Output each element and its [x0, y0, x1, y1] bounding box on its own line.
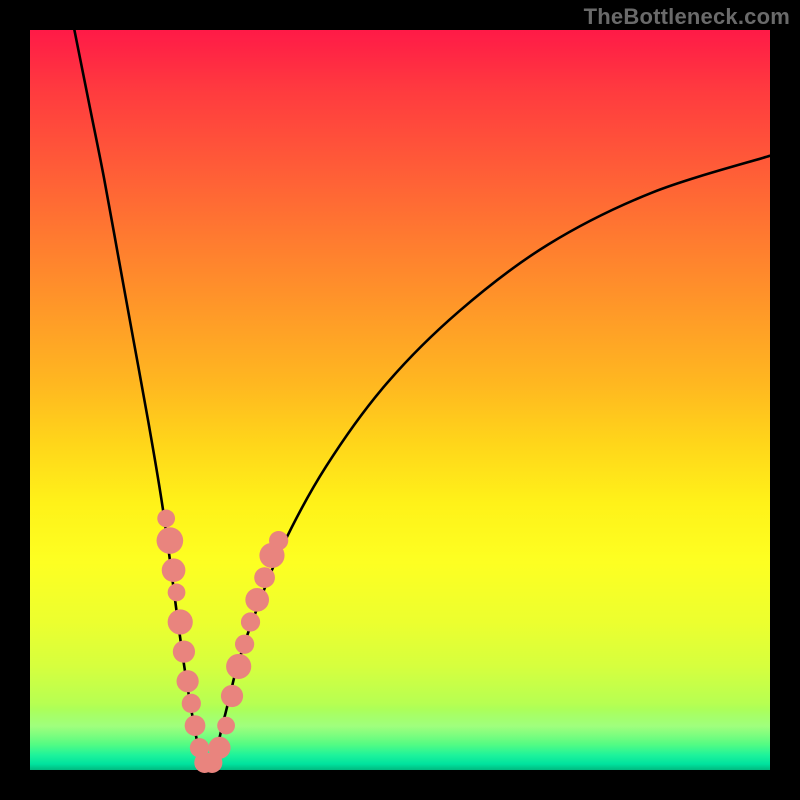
curve-marker	[221, 685, 243, 707]
curve-marker	[208, 737, 230, 759]
curve-marker	[241, 612, 260, 631]
curve-marker	[269, 531, 288, 550]
curve-marker	[254, 567, 275, 588]
curve-marker	[245, 588, 269, 612]
curve-marker	[177, 670, 199, 692]
outer-frame: TheBottleneck.com	[0, 0, 800, 800]
curve-marker	[157, 510, 175, 528]
curve-marker	[226, 654, 251, 679]
curve-marker	[182, 694, 201, 713]
curve-markers	[157, 510, 289, 773]
chart-overlay	[30, 30, 770, 770]
watermark-text: TheBottleneck.com	[584, 4, 790, 30]
curve-marker	[168, 609, 193, 634]
curve-marker	[185, 715, 206, 736]
curve-marker	[162, 558, 186, 582]
curve-marker	[173, 641, 195, 663]
curve-marker	[217, 717, 235, 735]
curve-marker	[168, 584, 186, 602]
curve-marker	[157, 527, 184, 554]
curve-marker	[235, 635, 254, 654]
